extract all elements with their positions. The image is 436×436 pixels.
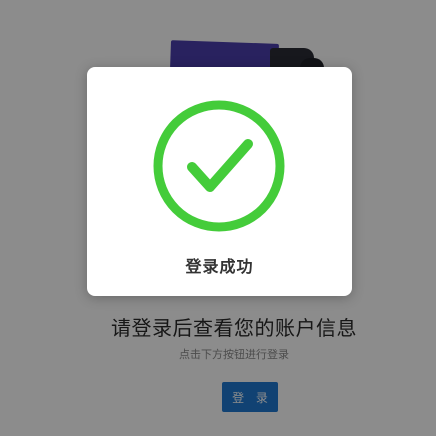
success-dialog: 登录成功: [87, 67, 352, 296]
page: 请登录后查看您的账户信息 点击下方按钮进行登录 登 录 登录成功: [0, 0, 436, 436]
success-message: 登录成功: [185, 257, 254, 276]
check-circle-icon: [153, 100, 285, 232]
